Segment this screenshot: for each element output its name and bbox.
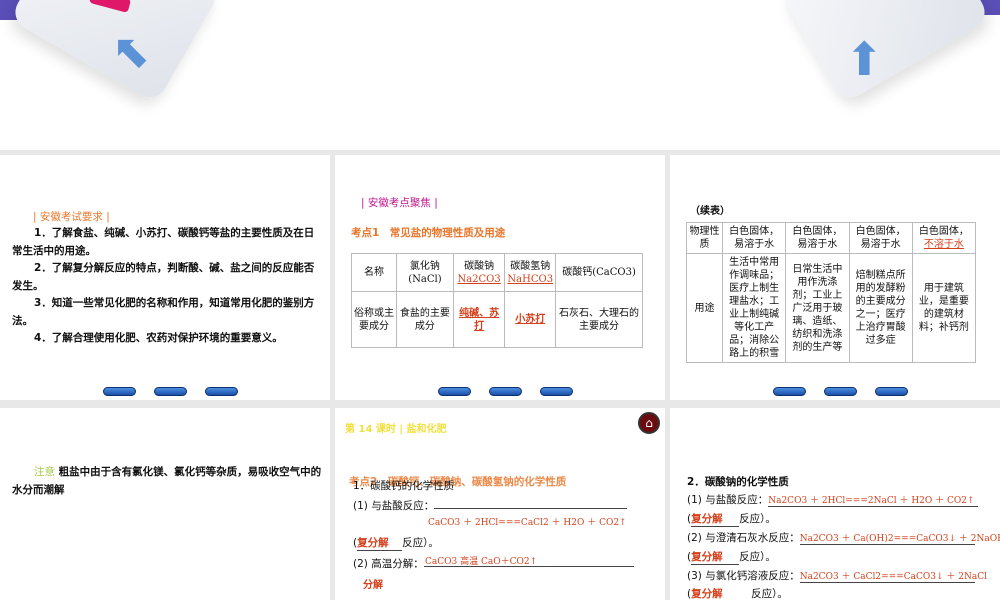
nav-button[interactable] xyxy=(489,387,522,396)
nav-button[interactable] xyxy=(103,387,136,396)
table-cell: 日常生活中用作洗涤剂；工业上广泛用于玻璃、造纸、纺织和洗涤剂的生产等 xyxy=(785,253,850,363)
table-cell: 白色固体， 不溶于水 xyxy=(911,222,977,254)
table-cell: 名称 xyxy=(350,253,398,292)
question: (1) 与盐酸反应： xyxy=(353,498,628,513)
question: (3) 与氯化钙溶液反应：Na2CO3 ＋ CaCl2===CaCO3↓ ＋ 2… xyxy=(687,570,988,583)
nav-button[interactable] xyxy=(154,387,187,396)
slide-thumbnail-4[interactable]: （续表） 物理性质 白色固体，易溶于水 白色固体，易溶于水 白色固体，易溶于水 白色固体… xyxy=(670,155,1000,400)
subheading: 2．碳酸钠的化学性质 xyxy=(687,476,789,488)
arrow-icon: ⬆ xyxy=(845,32,884,86)
slide-thumbnail-2[interactable]: | 安徽考试要求 | 1．了解食盐、纯碱、小苏打、碳酸钙等盐的主要性质及在日常生… xyxy=(0,155,330,400)
requirement-item: 4．了解合理使用化肥、农药对保护环境的重要意义。 xyxy=(34,332,283,344)
section-heading: | 安徽考试要求 | xyxy=(33,211,110,223)
requirement-item: 3．知道一些常见化肥的名称和作用，知道常用化肥的鉴别方法。 xyxy=(12,297,315,327)
table-cell: 氯化钠(NaCl) xyxy=(396,253,454,292)
question: (2) 与澄清石灰水反应：Na2CO3 ＋ Ca(OH)2===CaCO3↓ ＋… xyxy=(687,532,1000,545)
table-cell: 小苏打 xyxy=(504,291,557,348)
table-cell: 白色固体，易溶于水 xyxy=(848,222,913,254)
table-cell: 碳酸钙(CaCO3) xyxy=(555,253,643,292)
slide-thumbnail-3[interactable]: | 安徽考点聚焦 | 考点1 常见盐的物理性质及用途 名称 氯化钠(NaCl) 碳酸… xyxy=(335,155,665,400)
table-cell: 纯碱、苏打 xyxy=(452,291,506,348)
nav-buttons xyxy=(438,387,573,396)
section-heading: | 安徽考点聚焦 | xyxy=(361,197,438,209)
nav-button[interactable] xyxy=(205,387,238,396)
blank-line: (复分解 反应）。 xyxy=(687,513,776,527)
slide-thumbnail-6[interactable]: 第 14 课时 | 盐和化肥 ⌂ 考点2 碳酸钙、碳酸钠、碳酸氢钠的化学性质 1… xyxy=(335,408,665,600)
nav-button[interactable] xyxy=(540,387,573,396)
salt-table-continued: 物理性质 白色固体，易溶于水 白色固体，易溶于水 白色固体，易溶于水 白色固体， 不溶于水… xyxy=(686,222,977,363)
blank-line: (复分解 反应）。 xyxy=(353,537,439,551)
nav-buttons xyxy=(773,387,908,396)
nav-button[interactable] xyxy=(875,387,908,396)
home-icon[interactable]: ⌂ xyxy=(638,412,660,434)
table-cell: 用途 xyxy=(686,253,723,363)
table-cell: 俗称或主要成分 xyxy=(350,291,398,348)
topic-title: 考点1 常见盐的物理性质及用途 xyxy=(351,227,506,239)
slide-thumbnail-5[interactable]: 注意 粗盐中由于含有氯化镁、氯化钙等杂质，易吸收空气中的水分而潮解 xyxy=(0,408,330,600)
nav-button[interactable] xyxy=(824,387,857,396)
question: (1) 与盐酸反应：Na2CO3 ＋ 2HCl===2NaCl ＋ H2O ＋ … xyxy=(687,492,979,507)
table-cell: 食盐的主要成分 xyxy=(396,291,454,348)
answer-equation: CaCO3 高温 CaO＋CO2↑ xyxy=(425,557,538,567)
table-cell: 焙制糕点所用的发酵粉的主要成分之一；医疗上治疗胃酸过多症 xyxy=(848,253,913,363)
table-cell: 白色固体，易溶于水 xyxy=(785,222,850,254)
answer-type: 分解 xyxy=(363,580,383,591)
slide-thumbnail-1[interactable]: ⬆ ⬆ xyxy=(0,0,1000,150)
lesson-header: 第 14 课时 | 盐和化肥 xyxy=(345,424,447,435)
requirement-item: 1．了解食盐、纯碱、小苏打、碳酸钙等盐的主要性质及在日常生活中的用途。 xyxy=(12,227,315,257)
blank-line: (复分解 反应）。 xyxy=(687,588,788,600)
answer-equation: CaCO3 ＋ 2HCl===CaCl2 ＋ H2O ＋ CO2↑ xyxy=(428,518,627,528)
table-caption: （续表） xyxy=(690,206,730,217)
table-cell: 用于建筑业，是重要的建筑材料；补钙剂 xyxy=(911,253,977,363)
decor-card xyxy=(778,0,992,104)
note-text: 注意 粗盐中由于含有氯化镁、氯化钙等杂质，易吸收空气中的水分而潮解 xyxy=(12,466,322,496)
table-cell: 白色固体，易溶于水 xyxy=(721,222,787,254)
blank-line: (复分解 反应）。 xyxy=(687,551,776,565)
slide-thumbnail-7[interactable]: 2．碳酸钠的化学性质 (1) 与盐酸反应：Na2CO3 ＋ 2HCl===2Na… xyxy=(670,408,1000,600)
table-cell: 物理性质 xyxy=(686,222,723,254)
table-cell: 碳酸氢钠 NaHCO3 xyxy=(504,253,557,292)
salt-table: 名称 氯化钠(NaCl) 碳酸钠 Na2CO3 碳酸氢钠 NaHCO3 碳酸钙(CaCO3)… xyxy=(350,253,643,348)
nav-button[interactable] xyxy=(773,387,806,396)
nav-button[interactable] xyxy=(438,387,471,396)
subheading: 1．碳酸钙的化学性质 xyxy=(353,480,455,492)
table-cell: 石灰石、大理石的主要成分 xyxy=(555,291,643,348)
table-cell: 碳酸钠 Na2CO3 xyxy=(452,253,506,292)
nav-buttons xyxy=(103,387,238,396)
table-cell: 生活中常用作调味品；医疗上制生理盐水；工业上制纯碱等化工产品；消除公路上的积雪 xyxy=(721,253,787,363)
requirement-item: 2．了解复分解反应的特点，判断酸、碱、盐之间的反应能否发生。 xyxy=(12,262,315,292)
